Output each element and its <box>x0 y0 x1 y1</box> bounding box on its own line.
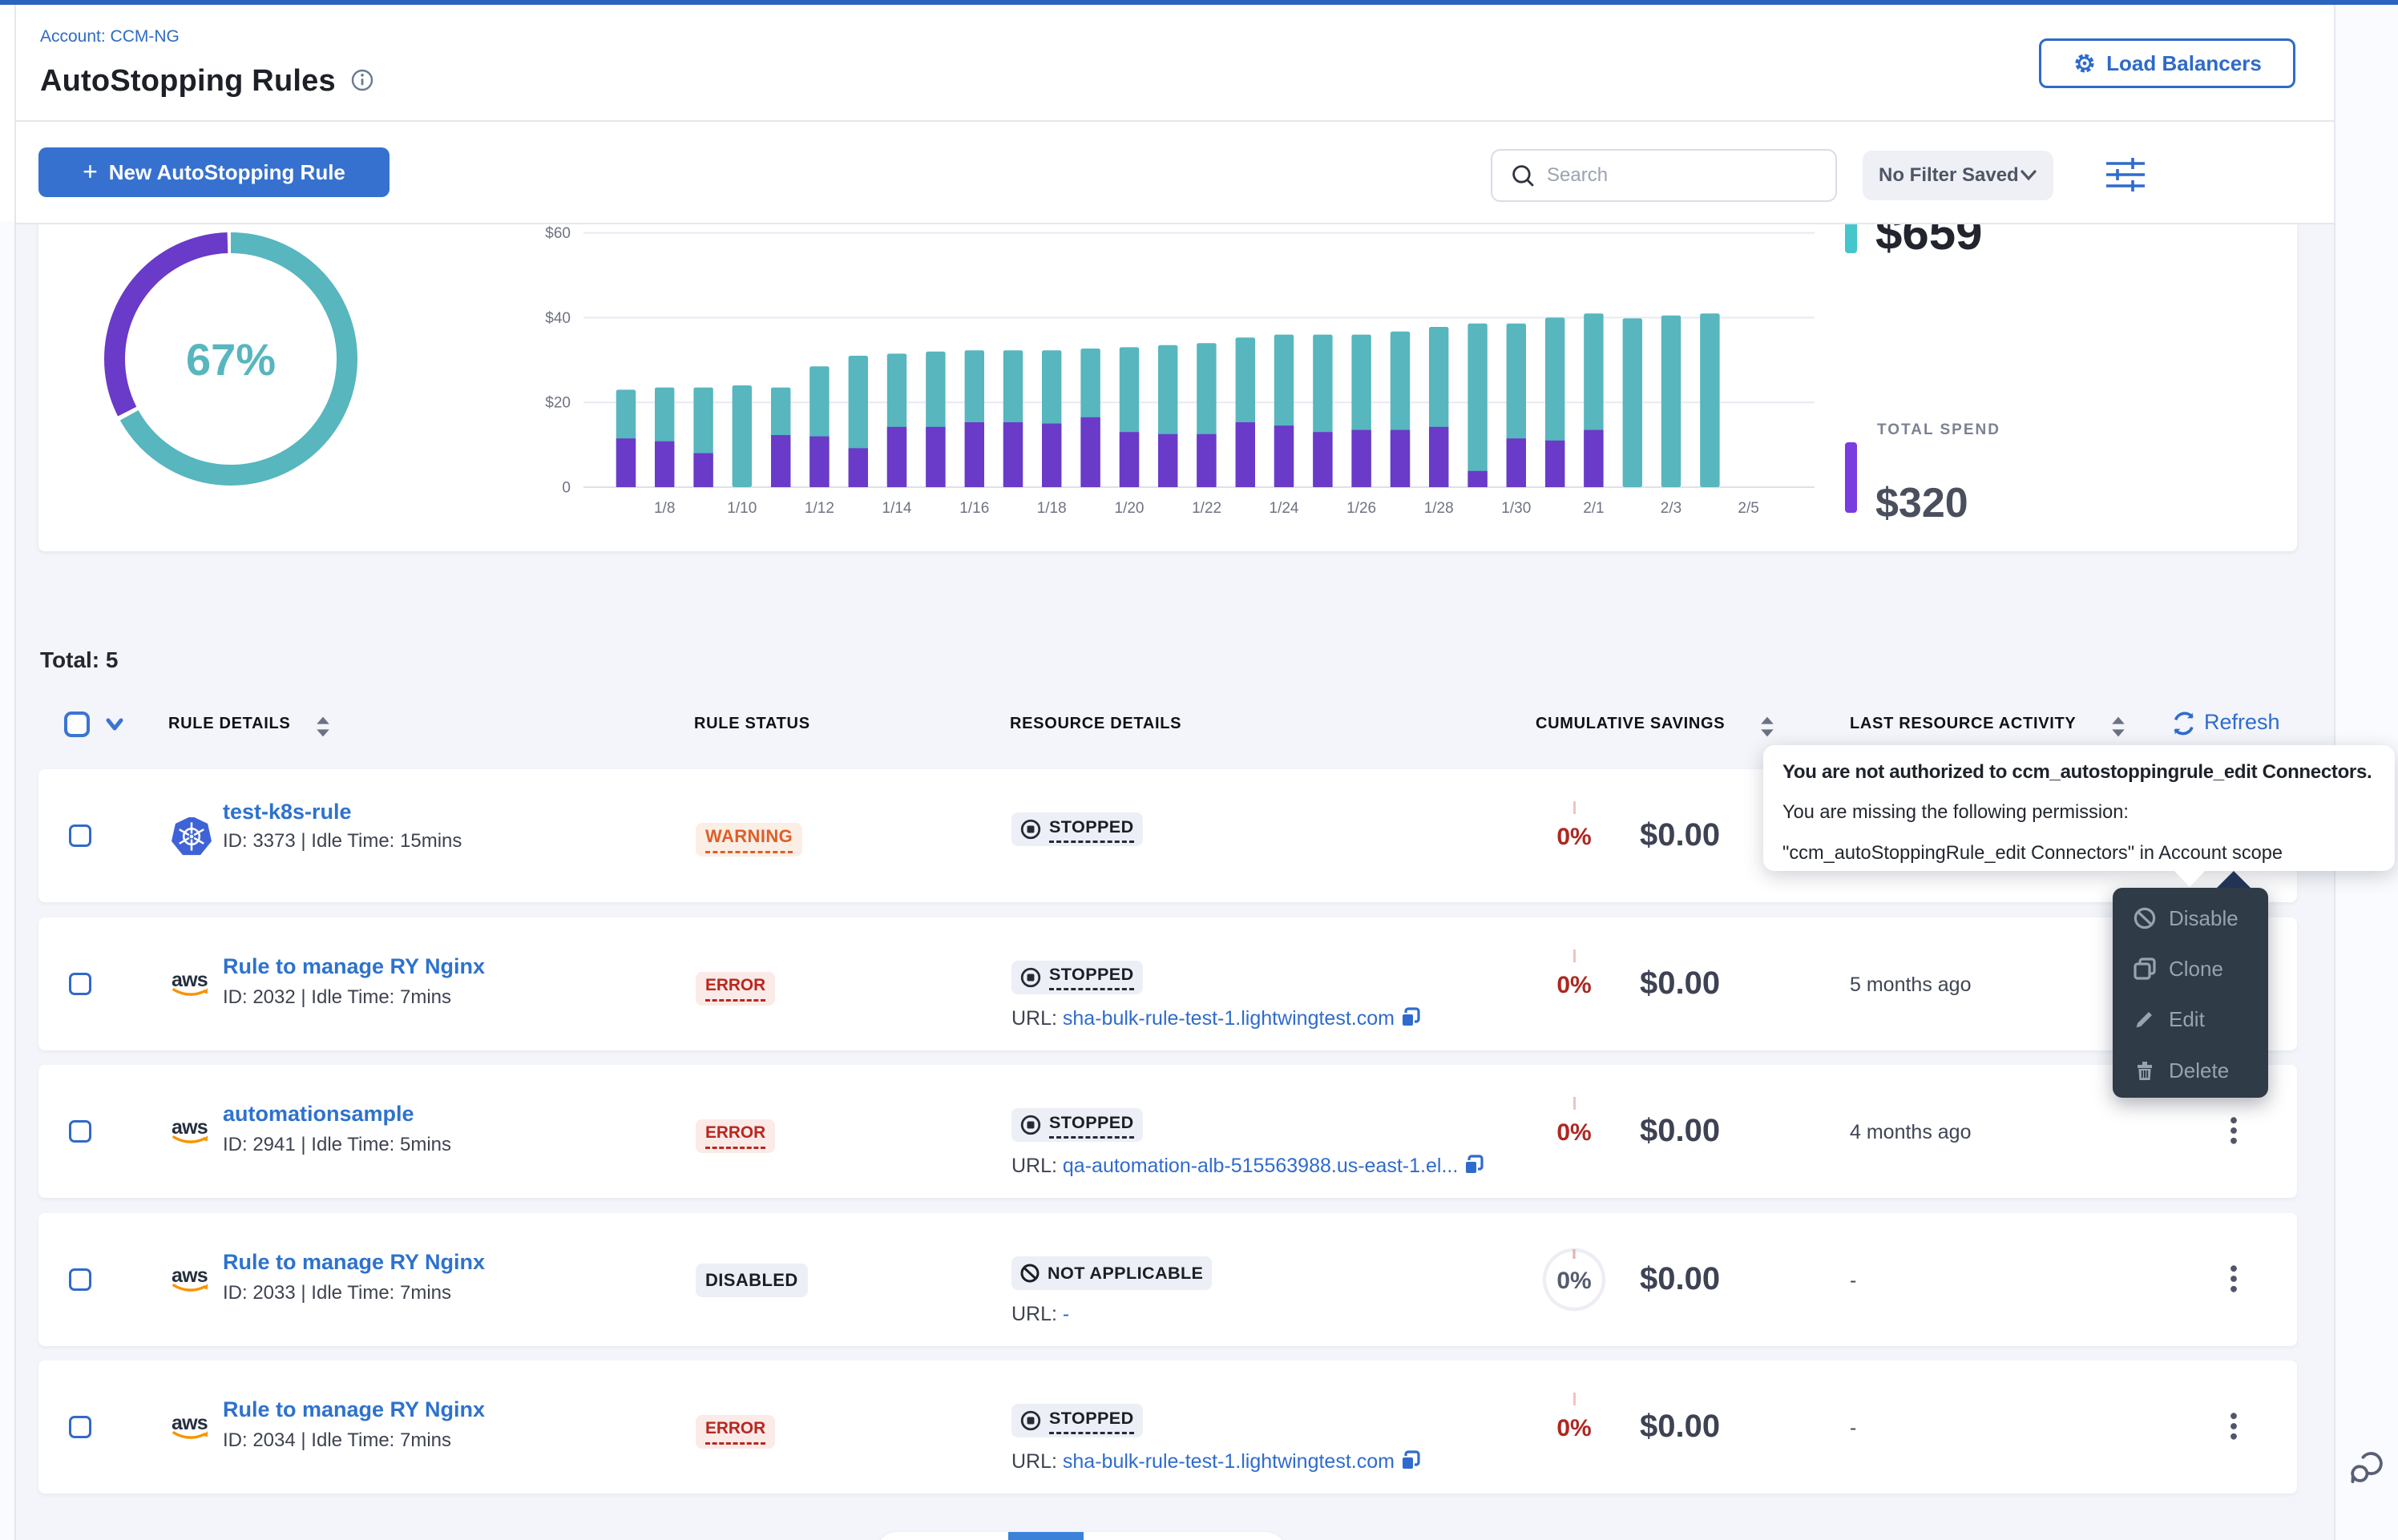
svg-text:1/18: 1/18 <box>1037 500 1067 517</box>
svg-text:$60: $60 <box>545 225 571 242</box>
svg-text:67%: 67% <box>186 334 276 385</box>
svg-text:aws: aws <box>172 1412 208 1434</box>
svg-text:1/20: 1/20 <box>1115 500 1144 517</box>
svg-text:0: 0 <box>562 479 571 496</box>
svg-text:aws: aws <box>172 1264 208 1287</box>
svg-text:2/5: 2/5 <box>1738 500 1758 517</box>
svg-text:$20: $20 <box>545 395 571 412</box>
svg-text:1/16: 1/16 <box>959 500 989 517</box>
svg-text:1/30: 1/30 <box>1501 500 1531 517</box>
svg-text:1/10: 1/10 <box>727 500 757 517</box>
svg-text:1/26: 1/26 <box>1346 500 1376 517</box>
svg-text:2/1: 2/1 <box>1583 500 1604 517</box>
svg-text:1/24: 1/24 <box>1270 500 1299 517</box>
svg-text:1/8: 1/8 <box>654 500 675 517</box>
svg-text:$40: $40 <box>545 310 571 327</box>
svg-text:aws: aws <box>172 969 208 991</box>
svg-text:aws: aws <box>172 1116 208 1139</box>
svg-text:2/3: 2/3 <box>1661 500 1681 517</box>
svg-text:1/28: 1/28 <box>1424 500 1454 517</box>
svg-text:1/14: 1/14 <box>882 500 912 517</box>
svg-text:1/22: 1/22 <box>1192 500 1221 517</box>
svg-text:1/12: 1/12 <box>805 500 834 517</box>
